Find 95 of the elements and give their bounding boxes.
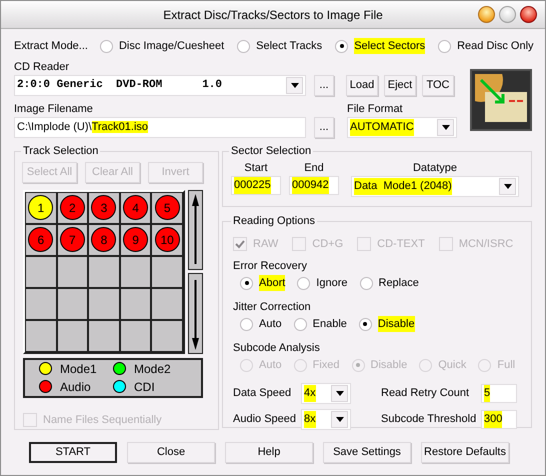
option-group-label: Subcode Analysis bbox=[233, 341, 321, 355]
field-label: Datatype bbox=[412, 160, 458, 176]
dropdown-arrow-button[interactable] bbox=[331, 411, 348, 428]
radio-label: Disable bbox=[378, 316, 415, 332]
caret-icon bbox=[504, 184, 512, 189]
checkbox-label: MCN/ISRC bbox=[458, 236, 514, 252]
radio-button[interactable] bbox=[358, 318, 372, 330]
window-title: Extract Disc/Tracks/Sectors to Image File bbox=[163, 6, 383, 24]
input-field[interactable]: 300 bbox=[481, 410, 517, 429]
minimize-icon[interactable] bbox=[478, 6, 495, 23]
radio-button[interactable] bbox=[240, 276, 253, 290]
dropdown-value: 8x bbox=[304, 411, 316, 428]
button[interactable]: Help bbox=[225, 442, 313, 463]
speed-label: Audio Speed bbox=[233, 412, 297, 428]
radio-label: Full bbox=[497, 358, 516, 373]
radio-label: Disc Image/Cuesheet bbox=[118, 38, 224, 54]
field-label: End bbox=[304, 160, 324, 176]
button[interactable]: ... bbox=[314, 75, 334, 96]
down-arrow-icon[interactable] bbox=[192, 280, 199, 350]
radio-button[interactable] bbox=[237, 40, 250, 52]
caret-icon bbox=[290, 83, 298, 88]
radio-label: Enable bbox=[312, 316, 347, 332]
dropdown-value: Data Mode1 (2048) bbox=[354, 178, 452, 195]
scrollbar[interactable] bbox=[188, 190, 203, 354]
caret-icon bbox=[336, 417, 344, 422]
radio-button[interactable] bbox=[294, 318, 307, 330]
input-field[interactable]: 5 bbox=[481, 384, 517, 403]
setting-label: Subcode Threshold bbox=[381, 412, 478, 428]
speed-label: Data Speed bbox=[233, 386, 292, 402]
radio-button[interactable] bbox=[360, 276, 372, 290]
dropdown-value: 4x bbox=[304, 385, 316, 402]
input-field[interactable]: 000225 bbox=[231, 176, 281, 195]
dropdown-arrow-button[interactable] bbox=[286, 77, 303, 94]
legend-label: CDI bbox=[134, 378, 155, 396]
checkbox-label: RAW bbox=[253, 236, 278, 252]
button[interactable]: Eject bbox=[384, 75, 416, 96]
radio-label: Disable bbox=[370, 358, 408, 373]
checkbox-label: CD-TEXT bbox=[377, 236, 425, 252]
dropdown[interactable]: 8x bbox=[301, 409, 351, 430]
dropdown-arrow-button[interactable] bbox=[499, 178, 516, 195]
button[interactable]: Close bbox=[127, 442, 215, 463]
radio-label: Auto bbox=[259, 358, 282, 373]
radio-label: Auto bbox=[259, 316, 282, 332]
dropdown-arrow-button[interactable] bbox=[437, 119, 454, 136]
caret-icon bbox=[442, 125, 450, 130]
radio-label: Quick bbox=[438, 358, 466, 373]
radio-label: Select Sectors bbox=[354, 38, 426, 54]
legend-label: Mode2 bbox=[134, 360, 171, 378]
radio-label: Fixed bbox=[312, 358, 340, 373]
dropdown[interactable]: 4x bbox=[301, 383, 351, 404]
close-icon[interactable] bbox=[520, 6, 537, 23]
button[interactable]: TOC bbox=[422, 75, 454, 96]
dropdown-arrow-button[interactable] bbox=[331, 385, 348, 402]
input-field[interactable]: 000942 bbox=[289, 176, 339, 195]
checkbox-label: Name Files Sequentially bbox=[43, 412, 162, 428]
dropdown[interactable]: 2:0:0 Generic DVD-ROM 1.0 bbox=[14, 75, 306, 96]
up-arrow-icon[interactable] bbox=[192, 194, 199, 264]
button[interactable]: Load bbox=[346, 75, 378, 96]
legend-label: Mode1 bbox=[60, 360, 97, 378]
field-value: 5 bbox=[484, 385, 490, 402]
legend-label: Audio bbox=[60, 378, 91, 396]
radio-label: Select Tracks bbox=[256, 38, 322, 54]
button[interactable]: Restore Defaults bbox=[421, 442, 509, 463]
extract-mode-label: Extract Mode... bbox=[14, 38, 88, 54]
radio-label: Replace bbox=[378, 276, 419, 291]
option-group-label: Error Recovery bbox=[233, 259, 308, 273]
radio-label: Read Disc Only bbox=[457, 38, 534, 54]
dropdown-value: 2:0:0 Generic DVD-ROM bbox=[17, 78, 162, 94]
radio-button[interactable] bbox=[100, 40, 113, 52]
button[interactable]: ... bbox=[314, 117, 334, 138]
option-group-label: Jitter Correction bbox=[233, 300, 312, 314]
caret-icon bbox=[336, 391, 344, 396]
radio-button[interactable] bbox=[438, 40, 452, 52]
version-text: 1.0 bbox=[202, 78, 222, 94]
file-format-label: File Format bbox=[347, 102, 403, 117]
cd-reader-label: CD Reader bbox=[14, 60, 70, 75]
group-title: Sector Selection bbox=[230, 144, 312, 159]
button[interactable]: Save Settings bbox=[323, 442, 411, 463]
button[interactable]: START bbox=[29, 442, 117, 463]
image-filename-label: Image Filename bbox=[14, 102, 94, 117]
group-title: Track Selection bbox=[22, 144, 100, 159]
field-value: 000225 bbox=[234, 177, 271, 194]
dropdown-value: AUTOMATIC bbox=[350, 119, 414, 136]
radio-button[interactable] bbox=[297, 276, 310, 290]
radio-label: Ignore bbox=[316, 276, 348, 291]
radio-button[interactable] bbox=[335, 40, 348, 52]
field-value: 000942 bbox=[292, 177, 329, 194]
group-title: Reading Options bbox=[232, 214, 316, 229]
field-label: Start bbox=[244, 160, 268, 176]
dropdown[interactable]: AUTOMATIC bbox=[347, 117, 457, 138]
checkbox-label: CD+G bbox=[312, 236, 344, 252]
dropdown[interactable]: Data Mode1 (2048) bbox=[351, 176, 519, 197]
setting-label: Read Retry Count bbox=[381, 386, 470, 402]
field-value: 300 bbox=[484, 411, 502, 428]
radio-button[interactable] bbox=[240, 318, 253, 330]
